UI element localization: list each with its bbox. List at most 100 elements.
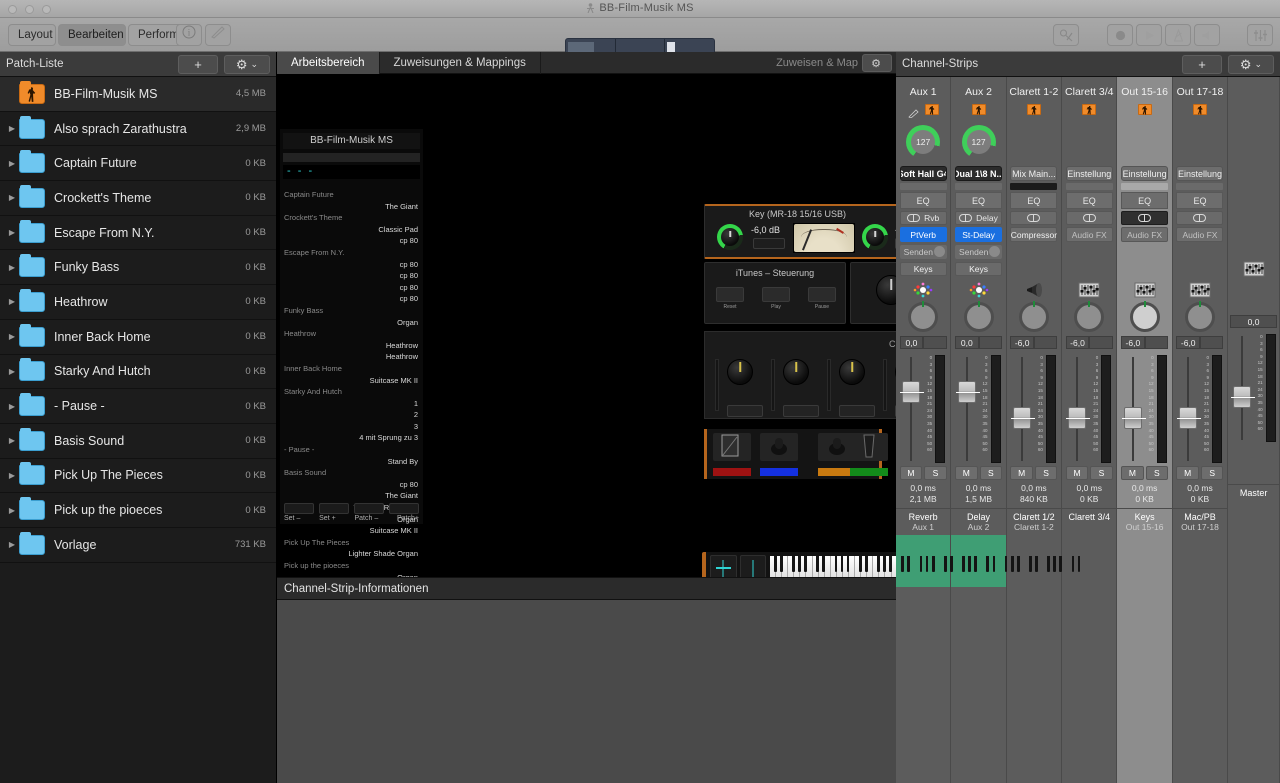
- volume-field[interactable]: [923, 336, 947, 349]
- patch-row[interactable]: ▶ Funky Bass 0 KB: [0, 250, 276, 286]
- insert-slot[interactable]: [1176, 211, 1224, 225]
- mute-button[interactable]: M: [1065, 466, 1089, 480]
- channel-strip[interactable]: Out 15-16 Einstellung EQ Audio FX -6,0 0 3 6 9 12…: [1117, 77, 1173, 783]
- patch-row[interactable]: ▶ Basis Sound 0 KB: [0, 424, 276, 459]
- pan-knob[interactable]: [963, 302, 994, 332]
- volume-field[interactable]: [1199, 336, 1224, 349]
- pan-knob[interactable]: [1074, 302, 1105, 332]
- piano-black-key[interactable]: [962, 556, 965, 573]
- csc-field[interactable]: [839, 405, 875, 417]
- piano-black-key[interactable]: [1047, 556, 1051, 573]
- solo-button[interactable]: S: [1200, 466, 1224, 480]
- channel-strip-setting-button[interactable]: Einstellung: [1065, 166, 1113, 181]
- piano-black-key[interactable]: [840, 556, 844, 573]
- play-icon[interactable]: [1136, 24, 1162, 46]
- piano-black-key[interactable]: [889, 556, 892, 573]
- channel-strip-dial[interactable]: 127: [961, 125, 996, 159]
- patch-row[interactable]: ▶ Heathrow 0 KB: [0, 285, 276, 320]
- disclosure-triangle-icon[interactable]: ▶: [5, 124, 19, 133]
- mute-button[interactable]: M: [955, 466, 978, 480]
- csc-slot[interactable]: [715, 359, 719, 411]
- csc-knob[interactable]: [727, 359, 753, 385]
- record-icon[interactable]: [1107, 24, 1133, 46]
- tuner-icon[interactable]: [1053, 24, 1079, 46]
- eq-button[interactable]: EQ: [1176, 192, 1224, 209]
- strip-color-swatch[interactable]: [1062, 525, 1117, 577]
- piano-black-key[interactable]: [1029, 556, 1032, 573]
- disclosure-triangle-icon[interactable]: ▶: [5, 228, 19, 237]
- piano-black-key[interactable]: [943, 556, 947, 573]
- patch-list-gear-button[interactable]: ⚙ ⌄: [224, 55, 270, 74]
- disclosure-triangle-icon[interactable]: ▶: [5, 436, 19, 445]
- edit-button[interactable]: Bearbeiten: [58, 24, 126, 46]
- channel-strip[interactable]: Clarett 1-2 Mix Main... EQ Compressor -6,0 0 3…: [1006, 77, 1063, 783]
- volume-field[interactable]: [1144, 336, 1169, 349]
- pan-knob[interactable]: [1129, 302, 1160, 332]
- solo-button[interactable]: S: [979, 466, 1003, 480]
- effect-slot[interactable]: Audio FX: [1121, 227, 1169, 242]
- insert-slot[interactable]: [1010, 211, 1058, 225]
- piano-black-key[interactable]: [986, 556, 990, 573]
- performer-folder-icon[interactable]: [971, 103, 986, 115]
- mute-button[interactable]: M: [899, 466, 923, 480]
- disclosure-triangle-icon[interactable]: ▶: [5, 506, 19, 515]
- piano-black-key[interactable]: [919, 556, 923, 573]
- piano-black-key[interactable]: [822, 556, 826, 573]
- piano-black-key[interactable]: [1010, 556, 1014, 573]
- csc-knob[interactable]: [839, 359, 865, 385]
- itunes-pause-button[interactable]: [808, 287, 836, 302]
- patch-row[interactable]: ▶ Pick up the pioeces 0 KB: [0, 493, 276, 528]
- patch-row[interactable]: ▶ - Pause - 0 KB: [0, 389, 276, 424]
- csc-field[interactable]: [727, 405, 763, 417]
- csc-slot[interactable]: [771, 359, 775, 411]
- effect-slot[interactable]: PtVerb: [899, 227, 947, 242]
- volume-field[interactable]: [978, 336, 1003, 349]
- solo-button[interactable]: S: [924, 466, 947, 480]
- piano-black-key[interactable]: [798, 556, 801, 573]
- piano-black-key[interactable]: [773, 556, 777, 573]
- disclosure-triangle-icon[interactable]: ▶: [5, 540, 19, 549]
- itunes-play-button[interactable]: [762, 287, 790, 302]
- csc-knob[interactable]: [783, 359, 809, 385]
- pen-icon[interactable]: [907, 105, 919, 118]
- effect-slot[interactable]: Compressor: [1010, 227, 1058, 242]
- disclosure-triangle-icon[interactable]: ▶: [5, 332, 19, 341]
- piano-black-key[interactable]: [1077, 556, 1081, 573]
- performer-folder-icon[interactable]: [1192, 103, 1207, 115]
- channel-strips-gear-button[interactable]: ⚙ ⌄: [1228, 55, 1274, 74]
- eq-button[interactable]: EQ: [1121, 192, 1169, 209]
- send-slot[interactable]: Senden: [899, 245, 947, 259]
- performer-folder-icon[interactable]: [924, 103, 939, 115]
- pan-knob[interactable]: [908, 302, 939, 332]
- key-level-knob[interactable]: [717, 224, 743, 250]
- strip-color-swatch[interactable]: [1117, 535, 1172, 587]
- volume-icon[interactable]: [1194, 24, 1220, 46]
- output-slot[interactable]: Keys: [899, 262, 947, 276]
- piano-black-key[interactable]: [883, 556, 886, 573]
- piano-black-key[interactable]: [779, 556, 783, 573]
- strip-color-swatch[interactable]: [896, 535, 951, 587]
- tab-arbeitsbereich[interactable]: Arbeitsbereich: [277, 52, 380, 74]
- disclosure-triangle-icon[interactable]: ▶: [5, 263, 19, 272]
- patch-row[interactable]: ▶ Pick Up The Pieces 0 KB: [0, 459, 276, 494]
- output-slot[interactable]: Keys: [955, 262, 1003, 276]
- patch-row[interactable]: ▶ Starky And Hutch 0 KB: [0, 355, 276, 390]
- eq-button[interactable]: EQ: [1065, 192, 1113, 209]
- strip-color-swatch[interactable]: [951, 535, 1006, 587]
- info-icon[interactable]: i: [176, 24, 202, 46]
- pan-knob[interactable]: [1018, 302, 1049, 332]
- itunes-reset-button[interactable]: [716, 287, 744, 302]
- eq-button[interactable]: EQ: [955, 192, 1003, 209]
- piano-black-key[interactable]: [1053, 556, 1057, 573]
- effect-slot[interactable]: St-Delay: [955, 227, 1003, 242]
- volume-field[interactable]: [1033, 336, 1058, 349]
- channel-strip[interactable]: Clarett 3/4 Einstellung EQ Audio FX -6,0 0 3 6 9…: [1062, 77, 1118, 783]
- disclosure-triangle-icon[interactable]: ▶: [5, 471, 19, 480]
- add-patch-button[interactable]: +: [178, 55, 218, 74]
- piano-black-key[interactable]: [816, 556, 820, 573]
- eq-button[interactable]: EQ: [899, 192, 947, 209]
- master-volume-fader[interactable]: [1230, 334, 1255, 442]
- pedal-lever-icon[interactable]: [850, 433, 888, 461]
- solo-button[interactable]: S: [1090, 466, 1113, 480]
- piano-black-key[interactable]: [901, 556, 905, 573]
